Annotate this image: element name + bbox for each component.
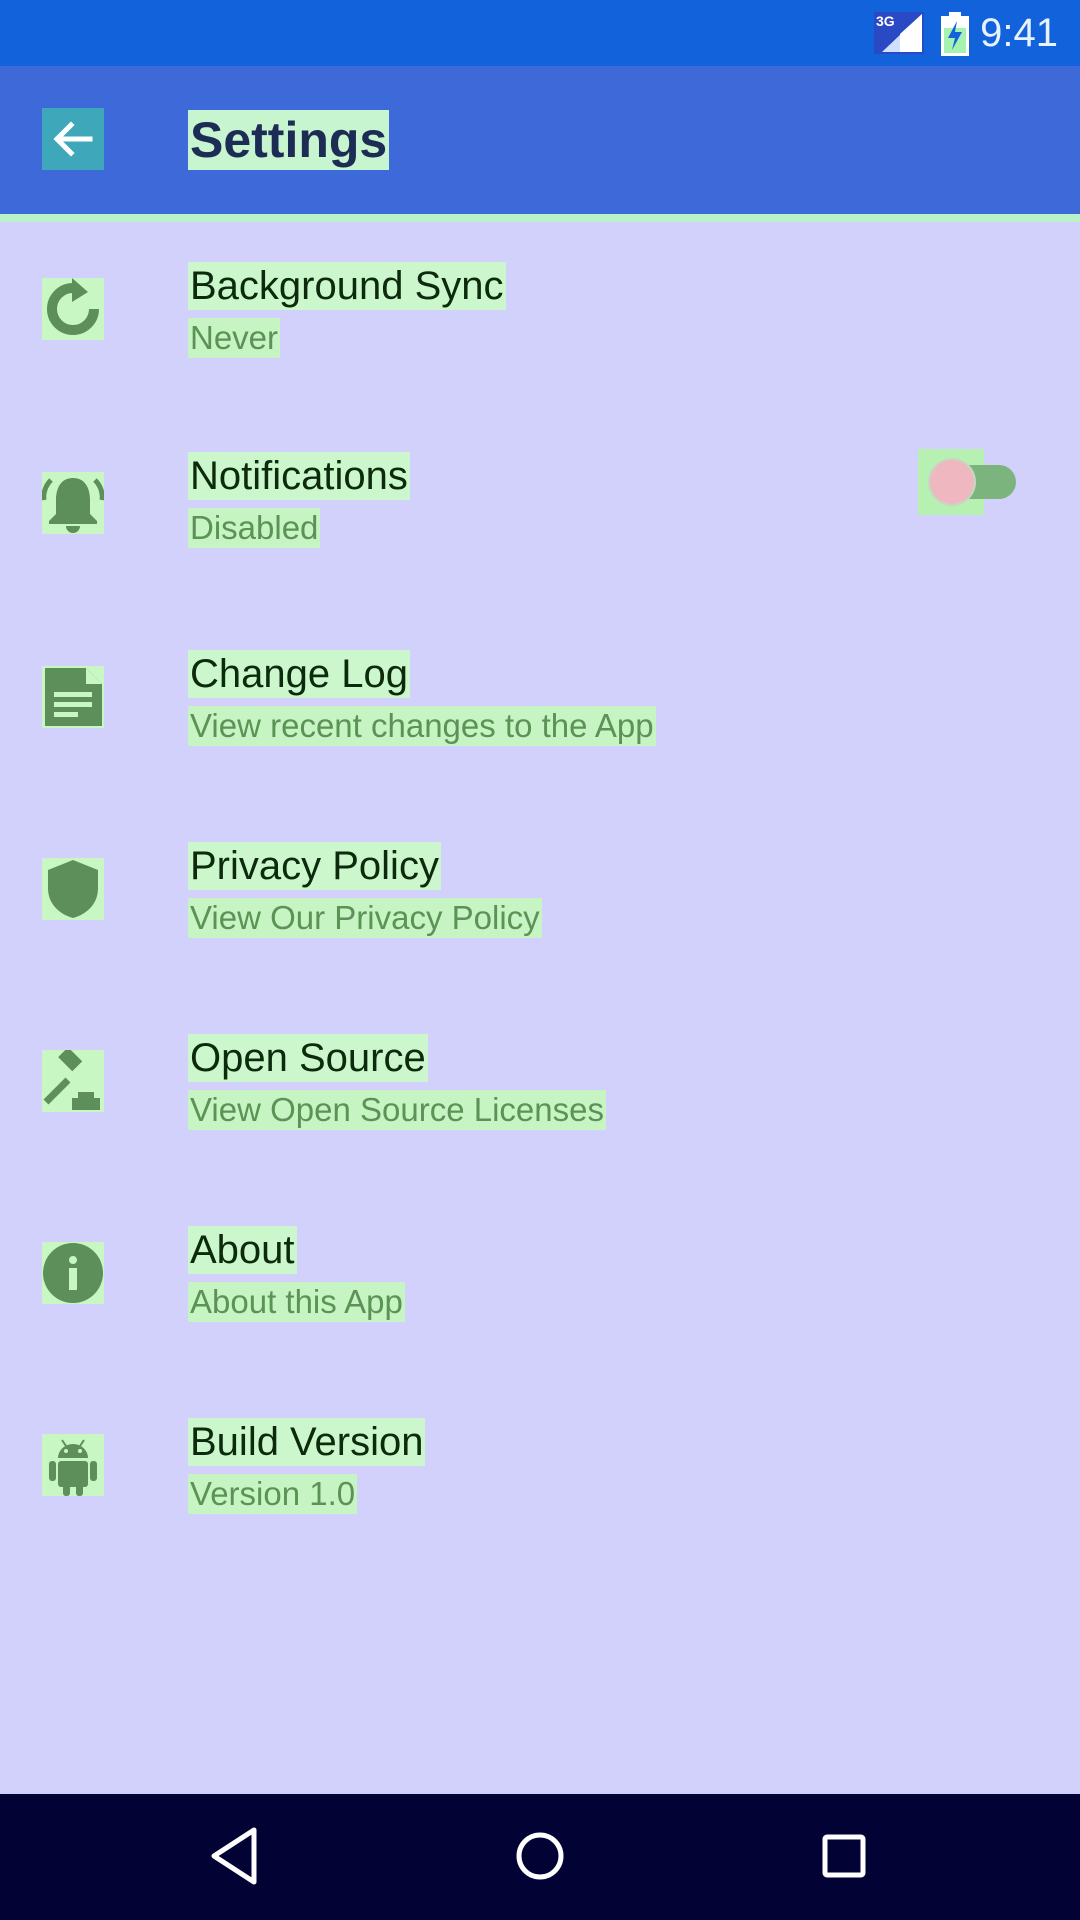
setting-subtitle: Disabled [188, 508, 321, 548]
arrow-back-icon [53, 121, 93, 157]
setting-title: About [188, 1226, 297, 1274]
setting-title: Change Log [188, 650, 410, 698]
android-icon [42, 1434, 104, 1496]
home-circle-icon[interactable] [500, 1816, 580, 1896]
network-type-label: 3G [876, 13, 895, 29]
setting-subtitle: View Open Source Licenses [188, 1090, 606, 1130]
status-bar: 3G 9:41 [0, 0, 1080, 66]
setting-title: Notifications [188, 452, 410, 500]
setting-change-log[interactable]: Change Log View recent changes to the Ap… [0, 614, 1080, 806]
bell-icon [42, 472, 104, 534]
setting-build-version[interactable]: Build Version Version 1.0 [0, 1382, 1080, 1574]
setting-subtitle: Version 1.0 [188, 1474, 358, 1514]
back-triangle-icon[interactable] [196, 1816, 276, 1896]
page-title: Settings [188, 110, 390, 170]
setting-open-source[interactable]: Open Source View Open Source Licenses [0, 998, 1080, 1190]
toggle-thumb [930, 460, 974, 504]
setting-title: Privacy Policy [188, 842, 441, 890]
gavel-icon [42, 1050, 104, 1112]
shield-icon [42, 858, 104, 920]
setting-subtitle: Never [188, 318, 281, 358]
navigation-bar [0, 1794, 1080, 1920]
setting-title: Background Sync [188, 262, 506, 310]
info-icon [42, 1242, 104, 1304]
setting-background-sync[interactable]: Background Sync Never [0, 230, 1080, 422]
document-icon [42, 666, 104, 728]
sync-icon [42, 278, 104, 340]
back-button[interactable] [42, 108, 104, 170]
setting-about[interactable]: About About this App [0, 1190, 1080, 1382]
app-bar [0, 66, 1080, 214]
status-time: 9:41 [980, 11, 1058, 55]
notifications-toggle[interactable] [918, 449, 1018, 515]
signal-icon: 3G [874, 12, 924, 54]
setting-subtitle: About this App [188, 1282, 405, 1322]
recents-square-icon[interactable] [804, 1816, 884, 1896]
setting-privacy-policy[interactable]: Privacy Policy View Our Privacy Policy [0, 806, 1080, 998]
setting-subtitle: View recent changes to the App [188, 706, 656, 746]
battery-icon [941, 12, 969, 56]
setting-title: Open Source [188, 1034, 428, 1082]
app-bar-divider [0, 214, 1080, 222]
setting-subtitle: View Our Privacy Policy [188, 898, 542, 938]
setting-title: Build Version [188, 1418, 426, 1466]
